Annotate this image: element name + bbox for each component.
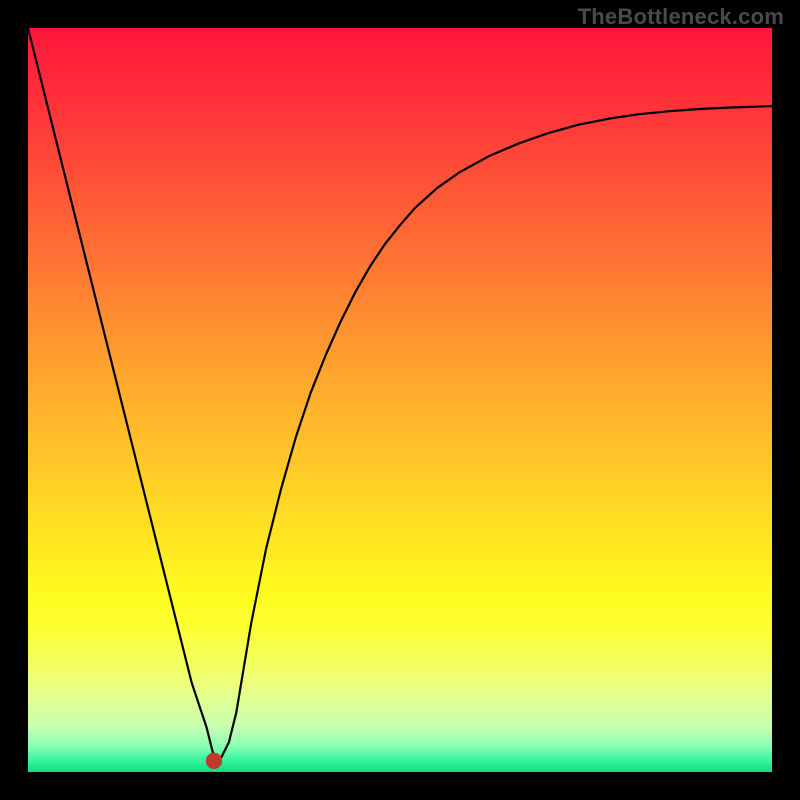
watermark-text: TheBottleneck.com — [578, 4, 784, 30]
gradient-background — [28, 28, 772, 772]
chart-frame: TheBottleneck.com — [0, 0, 800, 800]
plot-area — [28, 28, 772, 772]
optimum-marker — [206, 753, 222, 769]
chart-svg — [28, 28, 772, 772]
